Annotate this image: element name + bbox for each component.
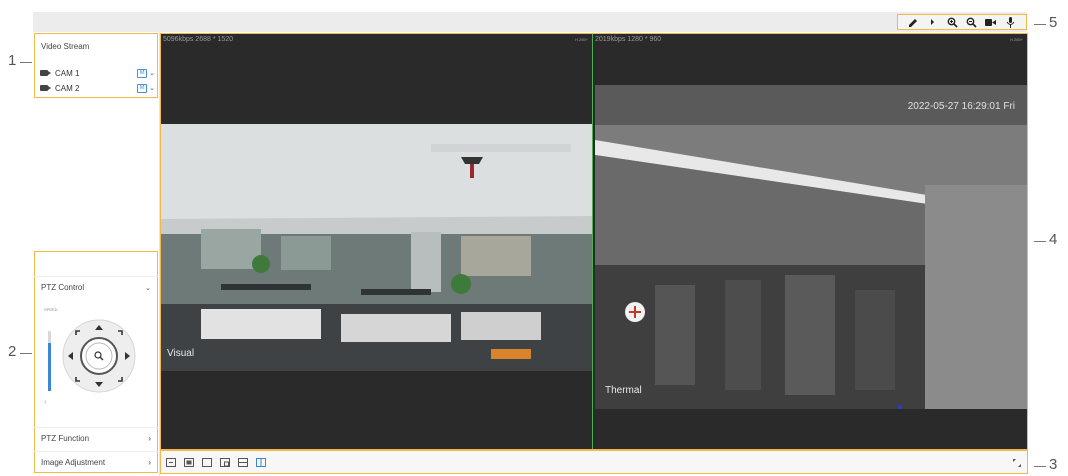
image-adjustment-row[interactable]: Image Adjustment ›: [34, 451, 158, 473]
stream-info: 5096kbps 2688 * 1520: [163, 36, 234, 43]
visual-video-frame: Visual: [161, 124, 592, 371]
thermal-channel-view[interactable]: 2019kbps 1280 * 960 H.265+ 2022-05-27 16…: [593, 34, 1027, 449]
callout-line-2: [20, 353, 32, 354]
visual-channel-view[interactable]: 5096kbps 2688 * 1520 H.265+ Visual: [161, 34, 592, 449]
zoom-in-icon[interactable]: [946, 16, 958, 28]
split-4-icon[interactable]: [220, 457, 230, 467]
live-view-area: 5096kbps 2688 * 1520 H.265+ Visual 2019k…: [160, 33, 1028, 450]
speed-slider-fill: [48, 343, 51, 391]
audio-icon[interactable]: [1004, 16, 1016, 28]
visual-label: Visual: [167, 348, 195, 359]
pencil-icon[interactable]: [908, 16, 920, 28]
record-icon[interactable]: [985, 16, 997, 28]
fullscreen-icon[interactable]: [1013, 459, 1021, 467]
callout-5: 5: [1049, 14, 1058, 31]
osd-timestamp: 2022-05-27 16:29:01 Fri: [907, 101, 1015, 112]
split-3-icon[interactable]: [202, 457, 212, 467]
callout-line-3: [1034, 466, 1046, 467]
ptz-control-header[interactable]: PTZ Control ⌄: [34, 276, 158, 298]
top-toolbar: [33, 12, 1027, 32]
chevron-down-icon[interactable]: ⌄: [149, 84, 155, 92]
ptz-function-label: PTZ Function: [41, 434, 90, 443]
stream-type-badge[interactable]: M: [137, 83, 148, 93]
camera-icon: [40, 85, 51, 91]
split-2-icon[interactable]: [184, 457, 194, 467]
split-1-icon[interactable]: [166, 457, 176, 467]
camera-icon: [40, 70, 51, 76]
dropdown-arrow-icon[interactable]: [927, 16, 939, 28]
stream-type-badge[interactable]: M: [137, 68, 148, 78]
split-6-icon[interactable]: [256, 457, 266, 467]
cam-1-label: CAM 1: [55, 68, 80, 78]
layout-toolbar: [160, 450, 1028, 474]
chevron-down-icon[interactable]: ⌄: [149, 69, 155, 77]
callout-line-1: [20, 62, 32, 63]
ptz-control-label: PTZ Control: [41, 283, 85, 292]
ptz-direction-wheel[interactable]: [61, 318, 137, 394]
split-5-icon[interactable]: [238, 457, 248, 467]
speed-slider[interactable]: [48, 331, 51, 391]
cam-2-row[interactable]: CAM 2 M ⌄: [40, 82, 155, 94]
ptz-function-row[interactable]: PTZ Function ›: [34, 427, 158, 449]
callout-line-4: [1034, 241, 1046, 242]
callout-1: 1: [8, 52, 17, 69]
speed-min-label: 1: [44, 399, 47, 404]
callout-2: 2: [8, 343, 17, 360]
stream-info: 2019kbps 1280 * 960: [595, 36, 662, 43]
live-tools: [897, 14, 1027, 30]
speed-max-label: SPEED: [44, 307, 58, 312]
callout-4: 4: [1049, 231, 1058, 248]
video-stream-title: Video Stream: [41, 42, 90, 51]
codec-tag: H.265+: [1009, 37, 1023, 42]
chevron-down-icon: ⌄: [145, 284, 151, 292]
chevron-right-icon: ›: [148, 434, 151, 443]
image-adjustment-label: Image Adjustment: [41, 458, 106, 467]
zoom-out-icon[interactable]: [966, 16, 978, 28]
chevron-right-icon: ›: [148, 458, 151, 467]
thermal-label: Thermal: [605, 385, 642, 396]
callout-3: 3: [1049, 456, 1058, 473]
callout-line-5: [1034, 24, 1046, 25]
thermal-video-frame: 2022-05-27 16:29:01 Fri Thermal: [595, 85, 1027, 409]
cam-1-row[interactable]: CAM 1 M ⌄: [40, 67, 155, 79]
codec-tag: H.265+: [574, 37, 588, 42]
cam-2-label: CAM 2: [55, 83, 80, 93]
